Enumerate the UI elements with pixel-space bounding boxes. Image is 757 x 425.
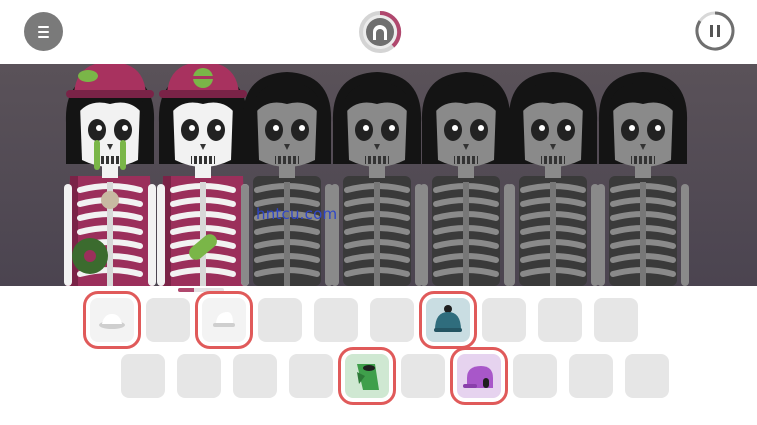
sound-slot-r2-1[interactable] bbox=[121, 354, 165, 398]
character-2[interactable] bbox=[157, 64, 249, 286]
beat-progress-bar bbox=[178, 288, 224, 292]
sound-slot-r2-9[interactable] bbox=[569, 354, 613, 398]
character-1[interactable] bbox=[64, 64, 156, 286]
pause-icon bbox=[695, 11, 735, 51]
sound-slot-r1-3[interactable] bbox=[195, 291, 253, 349]
character-4[interactable] bbox=[331, 72, 423, 286]
menu-button[interactable] bbox=[24, 12, 63, 51]
sound-slot-r2-4[interactable] bbox=[289, 354, 333, 398]
arch-record-icon bbox=[359, 10, 402, 53]
beat-progress-fill bbox=[178, 288, 195, 292]
sound-slot-r1-7[interactable] bbox=[419, 291, 477, 349]
sound-slot-r2-6[interactable] bbox=[401, 354, 445, 398]
white-hat-icon bbox=[99, 314, 125, 329]
sound-slot-r2-2[interactable] bbox=[177, 354, 221, 398]
green-hood-icon bbox=[357, 364, 379, 390]
sound-slot-r1-9[interactable] bbox=[538, 298, 582, 342]
pause-button[interactable] bbox=[694, 10, 736, 52]
sound-slot-r2-5[interactable] bbox=[338, 347, 396, 405]
teal-beanie-icon bbox=[434, 305, 462, 332]
characters-svg bbox=[64, 64, 689, 286]
sound-slot-r1-8[interactable] bbox=[482, 298, 526, 342]
purple-cap-icon bbox=[463, 366, 493, 388]
sound-slot-r2-3[interactable] bbox=[233, 354, 277, 398]
sound-slot-r2-8[interactable] bbox=[513, 354, 557, 398]
character-5[interactable] bbox=[420, 72, 512, 286]
character-stage: hntcu.com bbox=[0, 64, 757, 286]
sound-slot-r1-5[interactable] bbox=[314, 298, 358, 342]
sound-slot-r2-10[interactable] bbox=[625, 354, 669, 398]
white-cap-icon bbox=[213, 312, 235, 327]
sound-slot-r1-6[interactable] bbox=[370, 298, 414, 342]
character-7[interactable] bbox=[597, 72, 689, 286]
sound-slot-r1-1[interactable] bbox=[83, 291, 141, 349]
sound-slot-r1-2[interactable] bbox=[146, 298, 190, 342]
record-button[interactable] bbox=[357, 9, 403, 55]
watermark-text: hntcu.com bbox=[256, 205, 338, 223]
sound-slot-r1-10[interactable] bbox=[594, 298, 638, 342]
sound-slot-r1-4[interactable] bbox=[258, 298, 302, 342]
character-3[interactable] bbox=[241, 72, 333, 286]
character-6[interactable] bbox=[507, 72, 599, 286]
sound-slot-r2-7[interactable] bbox=[450, 347, 508, 405]
